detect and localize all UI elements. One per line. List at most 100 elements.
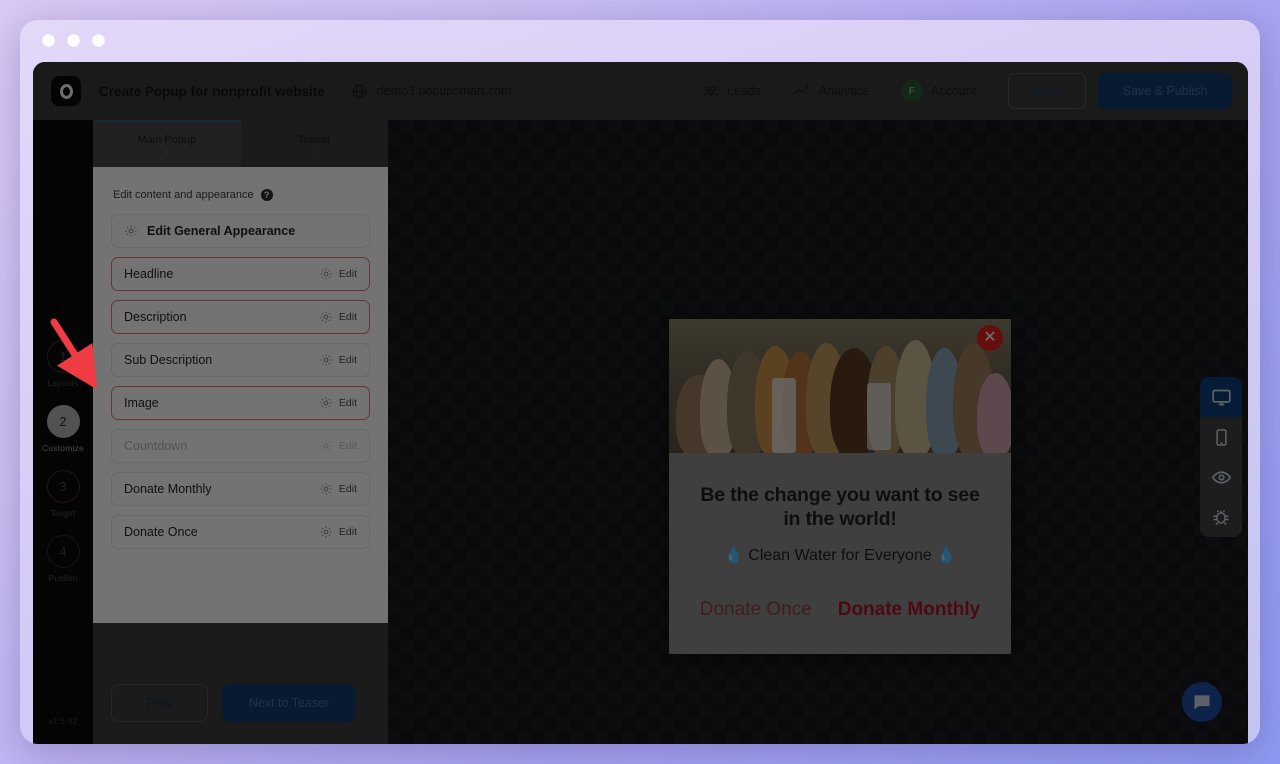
tab-teaser-label: Teaser (297, 133, 331, 146)
row-image-edit-button[interactable]: Edit (319, 396, 357, 410)
step-3-label: Target (50, 508, 76, 518)
tab-teaser-indicator (312, 149, 317, 154)
globe-icon (352, 84, 367, 98)
save-and-publish-button[interactable]: Save & Publish (1098, 73, 1232, 109)
device-desktop-button[interactable] (1200, 377, 1242, 417)
editor-panel: Main Popup Teaser Edit content and appea… (93, 120, 388, 744)
nav-account-label: Account (930, 84, 976, 98)
row-headline[interactable]: Headline Edit (111, 257, 370, 291)
row-description-label: Description (124, 310, 187, 324)
wizard-step-target[interactable]: 3 Target (33, 470, 93, 518)
row-sub-description[interactable]: Sub Description Edit (111, 343, 370, 377)
row-countdown-label: Countdown (124, 439, 188, 453)
row-image[interactable]: Image Edit (111, 386, 370, 420)
gear-icon (320, 397, 332, 409)
tab-teaser[interactable]: Teaser (240, 120, 388, 167)
preview-canvas: ✕ Be the change you want to see in the w… (388, 120, 1248, 744)
nav-account[interactable]: F Account (900, 80, 976, 102)
page-title: Create Popup for nonprofit website (99, 83, 325, 99)
preview-eye-button[interactable] (1200, 457, 1242, 497)
step-3-number: 3 (46, 470, 80, 503)
bug-icon (1213, 509, 1229, 526)
nav-leads[interactable]: Leads (702, 83, 761, 100)
nav-analytics-label: Analytics (818, 84, 869, 98)
edit-label: Edit (338, 354, 357, 366)
avatar: F (900, 80, 923, 102)
row-donate-once-label: Donate Once (124, 525, 198, 539)
gear-icon (320, 483, 332, 495)
window-maximize-dot[interactable] (92, 34, 105, 47)
prev-button[interactable]: Prev (111, 684, 208, 722)
step-2-number: 2 (46, 405, 80, 438)
wizard-steps: 1 Layouts 2 Customize 3 Target 4 Publish (33, 340, 93, 600)
save-button[interactable]: Save (1008, 73, 1086, 109)
row-description-edit-button[interactable]: Edit (319, 310, 357, 324)
popup-body: Be the change you want to see in the wor… (669, 453, 1011, 565)
site-url-label: demo3.popupsmart.com (376, 84, 512, 98)
popup-preview: ✕ Be the change you want to see in the w… (669, 319, 1011, 654)
next-to-teaser-button[interactable]: Next to Teaser (222, 684, 356, 722)
step-4-number: 4 (46, 535, 80, 568)
close-icon[interactable]: ✕ (977, 325, 1003, 351)
tab-main-popup-label: Main Popup (137, 133, 197, 146)
wizard-step-customize[interactable]: 2 Customize (33, 405, 93, 453)
chat-icon (1194, 695, 1210, 710)
row-edit-general-appearance[interactable]: Edit General Appearance (111, 214, 370, 248)
row-countdown-edit-button: Edit (319, 439, 357, 453)
eye-icon (1211, 470, 1231, 484)
edit-label: Edit (338, 311, 357, 323)
row-description[interactable]: Description Edit (111, 300, 370, 334)
row-countdown: Countdown Edit (111, 429, 370, 463)
row-donate-monthly[interactable]: Donate Monthly Edit (111, 472, 370, 506)
site-url-chip[interactable]: demo3.popupsmart.com (351, 83, 512, 100)
mobile-icon (1215, 428, 1227, 446)
window-minimize-dot[interactable] (67, 34, 80, 47)
gear-icon (320, 526, 332, 538)
wizard-step-publish[interactable]: 4 Publish (33, 535, 93, 583)
step-2-label: Customize (42, 443, 84, 453)
row-donate-once[interactable]: Donate Once Edit (111, 515, 370, 549)
row-sub-description-edit-button[interactable]: Edit (319, 353, 357, 367)
window-traffic-lights (42, 34, 105, 47)
popup-actions: Donate Once Donate Monthly (669, 599, 1011, 621)
popup-hero-image: ✕ (669, 319, 1011, 453)
row-image-label: Image (124, 396, 159, 410)
panel-footer: Prev Next to Teaser (93, 623, 388, 744)
row-headline-edit-button[interactable]: Edit (319, 267, 357, 281)
row-donate-monthly-label: Donate Monthly (124, 482, 212, 496)
donate-once-button[interactable]: Donate Once (700, 599, 812, 621)
window-close-dot[interactable] (42, 34, 55, 47)
help-icon[interactable]: ? (260, 189, 273, 201)
row-edit-general-appearance-label: Edit General Appearance (147, 224, 296, 238)
gear-icon (125, 225, 137, 237)
nav-analytics[interactable]: Analytics (793, 82, 869, 100)
popup-subtitle: 💧 Clean Water for Everyone 💧 (723, 546, 957, 564)
wizard-step-layouts[interactable]: 1 Layouts (33, 340, 93, 388)
popup-headline: Be the change you want to see in the wor… (700, 484, 980, 531)
row-donate-once-edit-button[interactable]: Edit (319, 525, 357, 539)
leads-icon (703, 85, 718, 97)
tab-main-popup[interactable]: Main Popup (93, 120, 241, 167)
app-topbar: Create Popup for nonprofit website demo3… (33, 62, 1248, 120)
gear-icon (320, 440, 332, 452)
edit-label: Edit (338, 526, 357, 538)
edit-label: Edit (338, 440, 357, 452)
debug-button[interactable] (1200, 497, 1242, 537)
version-label: v1.5.92 (49, 716, 77, 726)
tab-main-popup-indicator (164, 149, 169, 154)
nav-leads-label: Leads (726, 84, 761, 98)
popupsmart-logo-icon[interactable] (51, 76, 81, 106)
gear-icon (320, 354, 332, 366)
step-4-label: Publish (48, 573, 78, 583)
row-donate-monthly-edit-button[interactable]: Edit (319, 482, 357, 496)
desktop-icon (1211, 389, 1231, 405)
chat-support-button[interactable] (1182, 682, 1222, 722)
edit-label: Edit (338, 268, 357, 280)
wizard-step-rail: 1 Layouts 2 Customize 3 Target 4 Publish… (33, 120, 93, 744)
donate-monthly-button[interactable]: Donate Monthly (838, 599, 981, 621)
device-mobile-button[interactable] (1200, 417, 1242, 457)
device-preview-toolbar (1200, 377, 1242, 537)
gear-icon (320, 311, 332, 323)
analytics-icon (794, 85, 809, 95)
edit-label: Edit (338, 483, 357, 495)
